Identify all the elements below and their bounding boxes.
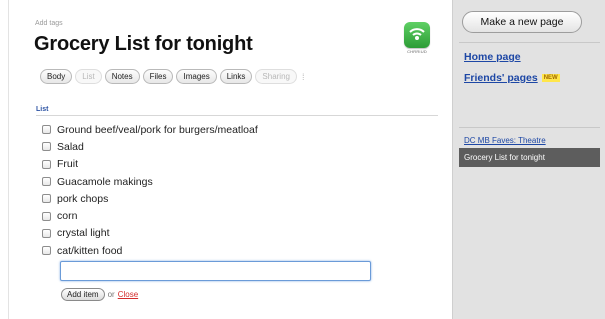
wifi-app-icon[interactable] — [404, 22, 430, 48]
app-icon-caption: CHRRIUD — [407, 49, 427, 54]
list-item: Ground beef/veal/pork for burgers/meatlo… — [42, 121, 258, 138]
list-item: Salad — [42, 138, 258, 155]
add-tags-link[interactable]: Add tags — [35, 20, 63, 27]
tab-images[interactable]: Images — [176, 69, 217, 84]
sidebar-home-link[interactable]: Home page — [464, 51, 521, 63]
list-item: corn — [42, 207, 258, 224]
list-item: cat/kitten food — [42, 242, 258, 259]
item-checkbox[interactable] — [42, 177, 51, 187]
add-item-controls: Add item or Close — [61, 288, 138, 301]
grocery-list: Ground beef/veal/pork for burgers/meatlo… — [42, 121, 258, 259]
app-window: Add tags Grocery List for tonight CHRRIU… — [0, 0, 605, 319]
list-item: Fruit — [42, 156, 258, 173]
sidebar-divider — [459, 127, 600, 128]
item-checkbox[interactable] — [42, 211, 51, 221]
sidebar-current-page[interactable]: Grocery List for tonight — [459, 148, 600, 167]
tab-notes[interactable]: Notes — [104, 69, 140, 84]
item-label: pork chops — [57, 192, 109, 205]
item-checkbox[interactable] — [42, 228, 51, 238]
close-link[interactable]: Close — [118, 290, 138, 299]
item-checkbox[interactable] — [42, 125, 51, 135]
tab-sharing: Sharing — [255, 69, 297, 84]
item-label: crystal light — [57, 227, 110, 240]
make-new-page-button[interactable]: Make a new page — [462, 11, 582, 33]
main-panel: Add tags Grocery List for tonight CHRRIU… — [0, 0, 452, 319]
item-label: Fruit — [57, 158, 78, 171]
item-checkbox[interactable] — [42, 246, 51, 256]
page-content: Add tags Grocery List for tonight CHRRIU… — [8, 0, 452, 319]
list-item: Guacamole makings — [42, 173, 258, 190]
section-tabs: Body List Notes Files Images Links Shari… — [40, 69, 305, 84]
drag-handle-icon[interactable]: ⁞ — [302, 72, 305, 82]
list-heading: List — [36, 106, 49, 113]
item-label: corn — [57, 210, 78, 223]
list-item: crystal light — [42, 225, 258, 242]
sidebar-friends-link[interactable]: Friends' pages NEW — [464, 72, 560, 84]
friends-link-label: Friends' pages — [464, 72, 538, 84]
item-label: Salad — [57, 140, 84, 153]
page-title: Grocery List for tonight — [34, 33, 253, 55]
tab-links[interactable]: Links — [219, 69, 253, 84]
list-divider — [36, 115, 438, 116]
tab-files[interactable]: Files — [142, 69, 174, 84]
tab-body[interactable]: Body — [40, 69, 73, 84]
item-checkbox[interactable] — [42, 194, 51, 204]
add-item-button[interactable]: Add item — [61, 288, 105, 301]
sidebar-page-link[interactable]: DC MB Faves: Theatre — [464, 136, 546, 145]
new-item-input[interactable] — [60, 261, 371, 281]
item-checkbox[interactable] — [42, 159, 51, 169]
item-label: Ground beef/veal/pork for burgers/meatlo… — [57, 123, 258, 136]
sidebar-divider — [459, 42, 600, 43]
list-item: pork chops — [42, 190, 258, 207]
item-label: Guacamole makings — [57, 175, 153, 188]
tab-list: List — [75, 69, 102, 84]
home-link-label: Home page — [464, 51, 521, 63]
item-label: cat/kitten food — [57, 244, 123, 257]
new-badge: NEW — [541, 74, 560, 83]
sidebar: Make a new page Home page Friends' pages… — [452, 0, 605, 319]
or-text: or — [107, 290, 115, 299]
item-checkbox[interactable] — [42, 142, 51, 152]
